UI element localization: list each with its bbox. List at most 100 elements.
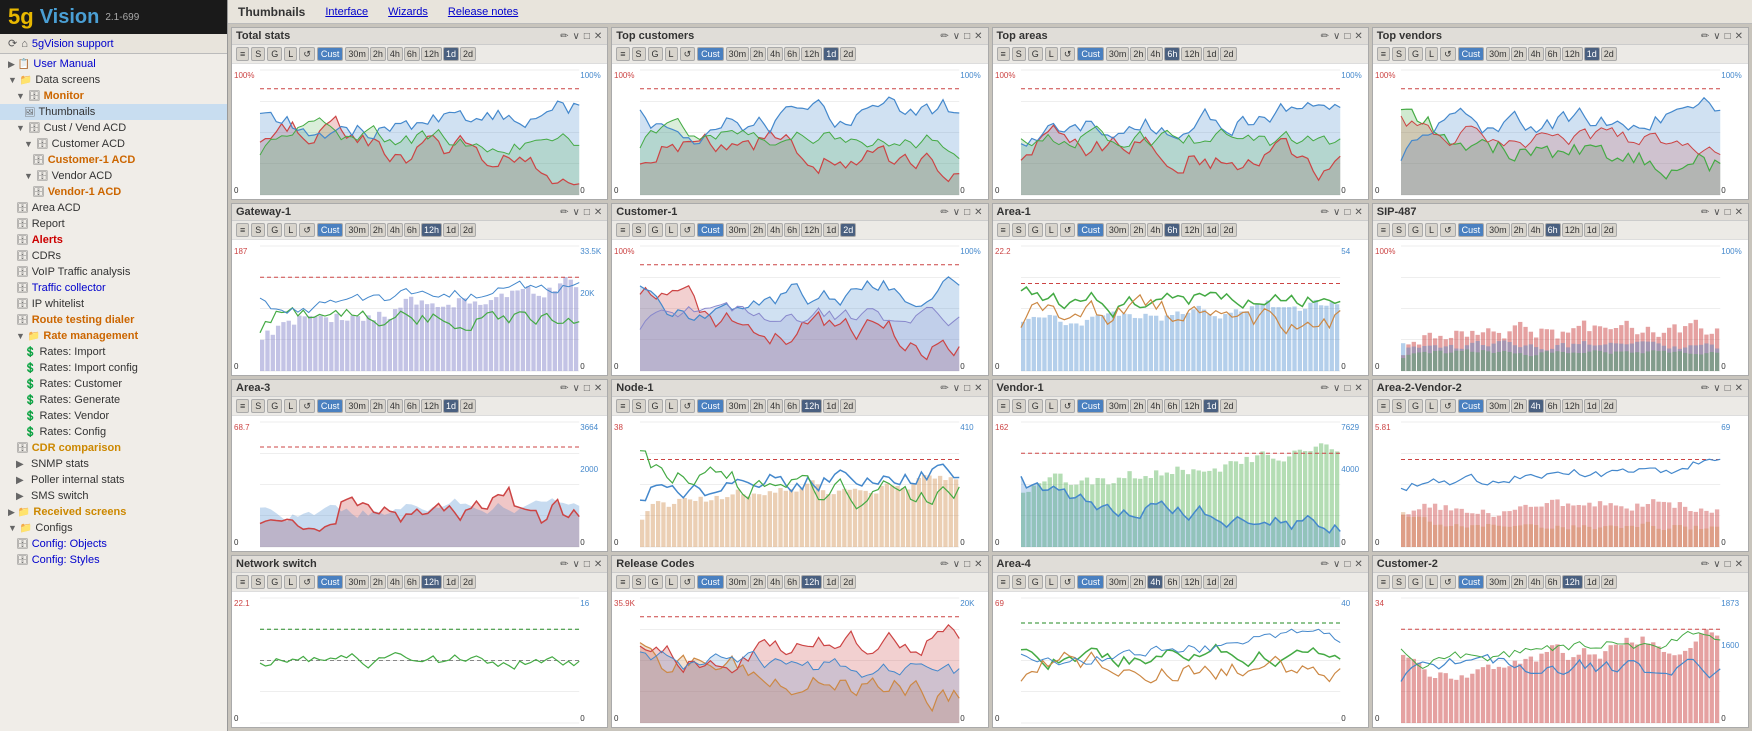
maximize-btn[interactable]: □ <box>1724 207 1732 218</box>
s-btn[interactable]: S <box>632 47 646 61</box>
refresh-btn[interactable]: ↺ <box>1440 575 1456 589</box>
close-btn[interactable]: ✕ <box>1734 207 1744 218</box>
time-btn-4h[interactable]: 4h <box>1147 399 1163 413</box>
time-btn-1d[interactable]: 1d <box>1584 575 1600 589</box>
collapse-btn[interactable]: ∨ <box>1712 559 1721 570</box>
cust-btn[interactable]: Cust <box>1458 223 1485 237</box>
time-btn-1d[interactable]: 1d <box>823 575 839 589</box>
sidebar-item-monitor[interactable]: ▼ 🗄 Monitor <box>0 88 227 104</box>
g-btn[interactable]: G <box>1408 47 1423 61</box>
collapse-btn[interactable]: ∨ <box>571 207 580 218</box>
menu-btn[interactable]: ≡ <box>236 575 249 589</box>
g-btn[interactable]: G <box>1408 399 1423 413</box>
g-btn[interactable]: G <box>1408 223 1423 237</box>
g-btn[interactable]: G <box>648 223 663 237</box>
close-btn[interactable]: ✕ <box>1353 559 1363 570</box>
s-btn[interactable]: S <box>1392 223 1406 237</box>
time-btn-2d[interactable]: 2d <box>840 575 856 589</box>
cust-btn[interactable]: Cust <box>1458 399 1485 413</box>
time-btn-1d[interactable]: 1d <box>443 575 459 589</box>
refresh-btn[interactable]: ↺ <box>1060 575 1076 589</box>
edit-btn[interactable]: ✏ <box>939 383 949 394</box>
g-btn[interactable]: G <box>1028 47 1043 61</box>
edit-btn[interactable]: ✏ <box>1700 559 1710 570</box>
menu-btn[interactable]: ≡ <box>236 399 249 413</box>
edit-btn[interactable]: ✏ <box>939 207 949 218</box>
sidebar-item-traffic-collector[interactable]: 🗄 Traffic collector <box>0 280 227 296</box>
sidebar-item-cdrs[interactable]: 🗄 CDRs <box>0 248 227 264</box>
close-btn[interactable]: ✕ <box>593 207 603 218</box>
menu-btn[interactable]: ≡ <box>1377 47 1390 61</box>
refresh-btn[interactable]: ↺ <box>299 47 315 61</box>
time-btn-2d[interactable]: 2d <box>1601 399 1617 413</box>
menu-btn[interactable]: ≡ <box>1377 223 1390 237</box>
edit-btn[interactable]: ✏ <box>559 559 569 570</box>
time-btn-4h[interactable]: 4h <box>387 223 403 237</box>
time-btn-6h[interactable]: 6h <box>784 399 800 413</box>
close-btn[interactable]: ✕ <box>593 383 603 394</box>
s-btn[interactable]: S <box>1012 223 1026 237</box>
close-btn[interactable]: ✕ <box>1353 207 1363 218</box>
l-btn[interactable]: L <box>1425 47 1438 61</box>
sidebar-item-cust-vend[interactable]: ▼ 🗄 Cust / Vend ACD <box>0 120 227 136</box>
maximize-btn[interactable]: □ <box>1343 383 1351 394</box>
time-btn-2h[interactable]: 2h <box>1130 223 1146 237</box>
time-btn-2h[interactable]: 2h <box>370 223 386 237</box>
maximize-btn[interactable]: □ <box>583 559 591 570</box>
maximize-btn[interactable]: □ <box>963 31 971 42</box>
time-btn-2h[interactable]: 2h <box>370 575 386 589</box>
l-btn[interactable]: L <box>665 575 678 589</box>
time-btn-12h[interactable]: 12h <box>1181 223 1202 237</box>
menu-btn[interactable]: ≡ <box>997 575 1010 589</box>
time-btn-12h[interactable]: 12h <box>1562 399 1583 413</box>
time-btn-6h[interactable]: 6h <box>1164 575 1180 589</box>
time-btn-12h[interactable]: 12h <box>801 47 822 61</box>
l-btn[interactable]: L <box>1425 575 1438 589</box>
cust-btn[interactable]: Cust <box>317 223 344 237</box>
time-btn-12h[interactable]: 12h <box>421 575 442 589</box>
s-btn[interactable]: S <box>251 47 265 61</box>
s-btn[interactable]: S <box>1392 399 1406 413</box>
collapse-btn[interactable]: ∨ <box>1712 207 1721 218</box>
edit-btn[interactable]: ✏ <box>939 31 949 42</box>
close-btn[interactable]: ✕ <box>1734 559 1744 570</box>
time-btn-1d[interactable]: 1d <box>443 223 459 237</box>
collapse-btn[interactable]: ∨ <box>1332 559 1341 570</box>
time-btn-2d[interactable]: 2d <box>1220 399 1236 413</box>
close-btn[interactable]: ✕ <box>1734 31 1744 42</box>
time-btn-2d[interactable]: 2d <box>840 47 856 61</box>
sidebar-item-rates-config[interactable]: 💲 Rates: Config <box>0 424 227 440</box>
close-btn[interactable]: ✕ <box>973 31 983 42</box>
l-btn[interactable]: L <box>1045 575 1058 589</box>
time-btn-12h[interactable]: 12h <box>801 223 822 237</box>
s-btn[interactable]: S <box>1392 47 1406 61</box>
cust-btn[interactable]: Cust <box>317 575 344 589</box>
g-btn[interactable]: G <box>1028 223 1043 237</box>
cust-btn[interactable]: Cust <box>1458 575 1485 589</box>
sidebar-item-rates-import-config[interactable]: 💲 Rates: Import config <box>0 360 227 376</box>
support-link[interactable]: 5gVision support <box>32 38 114 50</box>
edit-btn[interactable]: ✏ <box>939 559 949 570</box>
time-btn-6h[interactable]: 6h <box>1545 223 1561 237</box>
time-btn-4h[interactable]: 4h <box>767 223 783 237</box>
sidebar-item-vendor1-acd[interactable]: 🗄 Vendor-1 ACD <box>0 184 227 200</box>
collapse-btn[interactable]: ∨ <box>952 31 961 42</box>
l-btn[interactable]: L <box>1045 47 1058 61</box>
menu-btn[interactable]: ≡ <box>616 223 629 237</box>
time-btn-6h[interactable]: 6h <box>1164 223 1180 237</box>
s-btn[interactable]: S <box>251 575 265 589</box>
time-btn-30m[interactable]: 30m <box>1106 575 1130 589</box>
close-btn[interactable]: ✕ <box>1353 383 1363 394</box>
edit-btn[interactable]: ✏ <box>559 383 569 394</box>
time-btn-2h[interactable]: 2h <box>370 399 386 413</box>
l-btn[interactable]: L <box>1425 399 1438 413</box>
sidebar-item-config-styles[interactable]: 🗄 Config: Styles <box>0 552 227 568</box>
close-btn[interactable]: ✕ <box>973 559 983 570</box>
maximize-btn[interactable]: □ <box>1724 383 1732 394</box>
maximize-btn[interactable]: □ <box>963 207 971 218</box>
time-btn-2h[interactable]: 2h <box>750 575 766 589</box>
time-btn-6h[interactable]: 6h <box>784 223 800 237</box>
s-btn[interactable]: S <box>251 399 265 413</box>
g-btn[interactable]: G <box>267 399 282 413</box>
edit-btn[interactable]: ✏ <box>1700 31 1710 42</box>
